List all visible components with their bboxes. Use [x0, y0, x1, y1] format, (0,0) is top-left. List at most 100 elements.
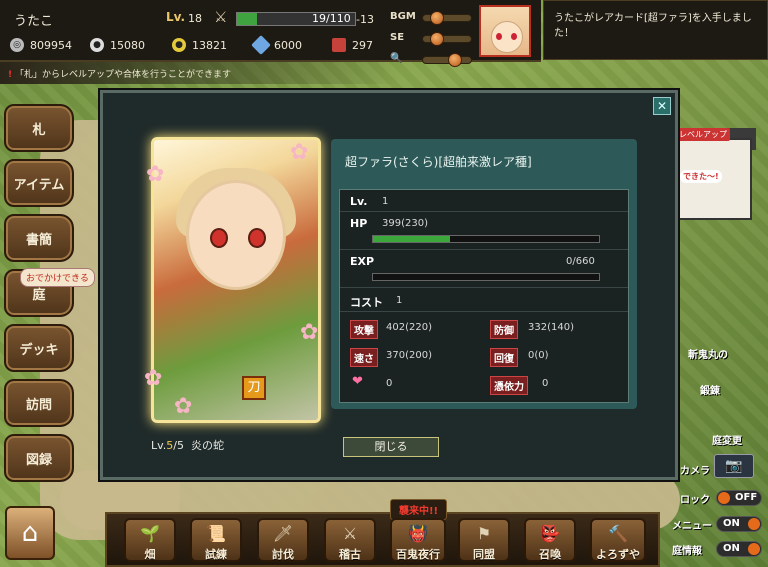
- hint-message: 「札」からレベルアップや合体を行うことができます: [14, 70, 231, 80]
- menu-deck-button[interactable]: デッキ: [4, 324, 74, 372]
- stamina-value: 19/110: [312, 12, 351, 25]
- mask-icon: 👺: [540, 524, 560, 543]
- cost-value: 1: [396, 295, 403, 306]
- dock-alliance-button[interactable]: ⚑ 同盟: [458, 518, 510, 562]
- resource-ring: ◎ 809954: [10, 38, 90, 52]
- resource-value: 15080: [110, 38, 145, 52]
- hp-bar-fill: [373, 236, 450, 242]
- garden-info-toggle[interactable]: ON: [716, 541, 762, 557]
- npc-label[interactable]: 鍛錬: [700, 382, 720, 397]
- sakura-icon: ✿: [144, 366, 163, 391]
- possession-value: 0: [542, 378, 549, 389]
- sword-icon: 🗡: [272, 524, 294, 543]
- gold-coin-icon: ●: [172, 38, 186, 52]
- dock-label: 稽古: [339, 548, 361, 561]
- recover-value: 0(0): [528, 350, 549, 361]
- player-avatar[interactable]: [479, 5, 531, 57]
- diamond-icon: [251, 35, 271, 55]
- card-level-max: /5: [173, 439, 184, 452]
- sprout-icon: 🌱: [140, 524, 160, 543]
- hp-bar: [372, 235, 600, 243]
- dock-field-button[interactable]: 🌱 畑: [124, 518, 176, 562]
- bgm-label: BGM: [390, 11, 416, 22]
- crossed-swords-icon: ⚔: [214, 8, 228, 26]
- menu-visit-button[interactable]: 訪問: [4, 379, 74, 427]
- zoom-slider[interactable]: [422, 53, 472, 67]
- menu-items-button[interactable]: アイテム: [4, 159, 74, 207]
- dock-training-button[interactable]: ⚔ 稽古: [324, 518, 376, 562]
- exp-bar: [372, 273, 600, 281]
- crossed-swords-icon: ⚔: [342, 524, 358, 543]
- dock-parade-button[interactable]: 👹 百鬼夜行: [390, 518, 446, 562]
- sakura-icon: ✿: [174, 394, 193, 419]
- stats-table: Lv. 1 HP 399(230) EXP 0/660 コスト 1 攻撃 402…: [339, 189, 629, 403]
- menu-cards-button[interactable]: 札: [4, 104, 74, 152]
- defense-label: 防御: [490, 320, 518, 339]
- close-button[interactable]: 閉じる: [343, 437, 439, 457]
- left-menu: 札 アイテム 書簡 庭 デッキ 訪問 図録: [4, 104, 74, 489]
- stat-grid: 攻撃 402(220) 防御 332(140) 速さ 370(200) 回復 0…: [340, 312, 628, 404]
- banner-icon: ⚑: [476, 524, 492, 543]
- resource-gold: ● 13821: [172, 38, 254, 52]
- action-dock: [105, 512, 660, 567]
- dock-shop-button[interactable]: 🔨 よろずや: [590, 518, 646, 562]
- dock-subjugate-button[interactable]: 🗡 討伐: [257, 518, 309, 562]
- sakura-icon: ✿: [146, 162, 165, 187]
- cost-label: コスト: [350, 296, 383, 309]
- levelup-sign: レベルアップ: [676, 128, 730, 141]
- stat-row-exp: EXP 0/660: [340, 250, 628, 288]
- lock-toggle[interactable]: OFF: [716, 490, 762, 506]
- sakura-icon: ✿: [290, 140, 309, 165]
- resource-value: 297: [352, 38, 373, 52]
- dock-trial-button[interactable]: 📜 試練: [190, 518, 242, 562]
- recover-label: 回復: [490, 348, 518, 367]
- dock-summon-button[interactable]: 👺 召喚: [524, 518, 576, 562]
- resource-list: ◎ 809954 ● 15080 ● 13821 6000 297: [10, 35, 373, 55]
- card-title: 超ファラ(さくら)[超舶来激レア種]: [345, 155, 532, 169]
- close-icon[interactable]: ✕: [653, 97, 671, 115]
- npc-label[interactable]: 斬鬼丸の: [688, 346, 728, 361]
- scroll-icon: 📜: [206, 524, 226, 543]
- stat-row-cost: コスト 1: [340, 288, 628, 312]
- se-slider-knob[interactable]: [430, 32, 445, 46]
- stamina-fill: [237, 13, 258, 25]
- bgm-slider-knob[interactable]: [430, 11, 445, 25]
- menu-letters-button[interactable]: 書簡: [4, 214, 74, 262]
- level-value: 18: [188, 12, 202, 25]
- heart-value: 0: [386, 378, 393, 389]
- menu-row: メニュー ON: [672, 514, 768, 534]
- card-face: [186, 180, 286, 290]
- ticket-icon: [332, 38, 346, 52]
- card-stats-panel: 超ファラ(さくら)[超舶来激レア種] Lv. 1 HP 399(230) EXP…: [331, 139, 637, 409]
- home-button[interactable]: ⌂: [5, 506, 55, 560]
- lock-label: ロック: [680, 495, 710, 506]
- card-eye: [210, 228, 228, 248]
- menu-state: ON: [723, 518, 740, 529]
- dock-label: 召喚: [539, 548, 561, 561]
- heart-icon: ❤: [352, 374, 363, 389]
- exp-label: EXP: [350, 255, 375, 268]
- hp-value: 399(230): [382, 218, 428, 229]
- possession-label: 憑依力: [490, 376, 528, 395]
- raid-badge: 襲来中!!: [390, 499, 448, 520]
- hint-text: ! 「札」からレベルアップや合体を行うことができます: [0, 62, 400, 84]
- npc-label[interactable]: 庭変更: [712, 432, 742, 447]
- level-stat-value: 1: [382, 196, 389, 207]
- weapon-emblem-icon: 刀: [242, 376, 266, 400]
- sakura-icon: ✿: [300, 320, 319, 345]
- hp-label: HP: [350, 217, 368, 230]
- silver-coin-icon: ●: [90, 38, 104, 52]
- stamina-delta: -13: [356, 13, 374, 26]
- dock-label: 討伐: [272, 548, 294, 561]
- se-slider[interactable]: [422, 32, 472, 46]
- card-skill-name: 炎の蛇: [191, 439, 224, 452]
- menu-toggle[interactable]: ON: [716, 516, 762, 532]
- card-eye: [248, 228, 266, 248]
- bgm-slider[interactable]: [422, 11, 472, 25]
- card-image: 刀 ✿ ✿ ✿ ✿ ✿: [144, 137, 321, 423]
- camera-icon[interactable]: 📷: [714, 454, 754, 478]
- menu-catalog-button[interactable]: 図録: [4, 434, 74, 482]
- garden-info-label: 庭情報: [672, 546, 702, 557]
- zoom-slider-knob[interactable]: [448, 53, 463, 67]
- dock-label: 百鬼夜行: [396, 548, 440, 561]
